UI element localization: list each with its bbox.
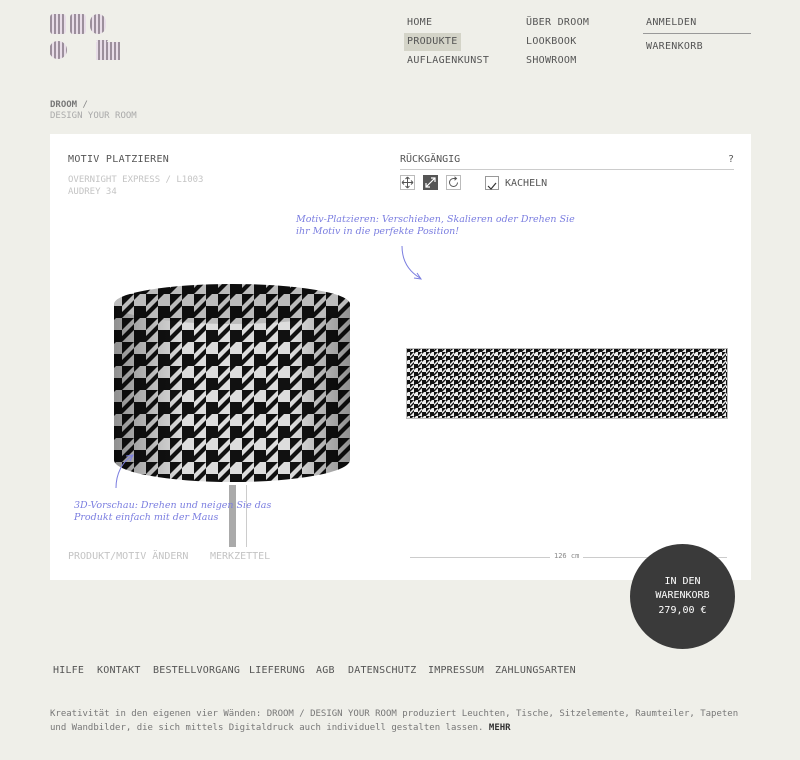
rotate-icon [449, 176, 458, 187]
footer-link-privacy[interactable]: DATENSCHUTZ [348, 665, 416, 676]
help-button[interactable]: ? [728, 154, 734, 165]
wishlist-link[interactable]: MERKZETTEL [210, 551, 270, 562]
tile-label: KACHELN [505, 178, 548, 189]
footer-link-ordering[interactable]: BESTELLVORGANG [153, 665, 240, 676]
motif-variant: AUDREY 34 [68, 187, 117, 197]
footer-link-help[interactable]: HILFE [53, 665, 84, 676]
add-to-cart-line2: WARENKORB [655, 590, 710, 601]
footer-text: Kreativität in den eigenen vier Wänden: … [50, 709, 739, 733]
lamp-3d-preview[interactable] [110, 282, 355, 492]
nav-home[interactable]: HOME [407, 16, 432, 30]
undo-button[interactable]: RÜCKGÄNGIG [400, 154, 460, 165]
nav-showroom[interactable]: SHOWROOM [526, 54, 577, 68]
footer-link-contact[interactable]: KONTAKT [97, 665, 141, 676]
add-to-cart-line1: IN DEN [664, 576, 701, 587]
nav-products[interactable]: PRODUKTE [404, 33, 461, 51]
toolbar-divider [400, 169, 734, 170]
nav-login[interactable]: ANMELDEN [646, 16, 697, 30]
checkmark-icon [487, 182, 497, 190]
breadcrumb-separator: / [77, 100, 88, 110]
motif-name: OVERNIGHT EXPRESS / L1003 [68, 175, 204, 185]
droom-logo[interactable] [50, 14, 120, 60]
footer-more-link[interactable]: MEHR [489, 723, 511, 733]
3d-preview-hint: 3D-Vorschau: Drehen und neigen Sie das P… [74, 500, 272, 523]
scale-tool-button[interactable] [423, 175, 438, 190]
breadcrumb: DROOM / [50, 100, 88, 110]
motif-canvas[interactable] [406, 348, 728, 419]
footer-link-delivery[interactable]: LIEFERUNG [249, 665, 305, 676]
add-to-cart-button[interactable]: IN DEN WARENKORB 279,00 € [630, 544, 735, 649]
add-to-cart-price: 279,00 € [658, 605, 707, 616]
hint-3d-arrow-icon [115, 454, 134, 489]
nav-about[interactable]: ÜBER DROOM [526, 16, 589, 30]
placement-hint: Motiv-Platzieren: Verschieben, Skalieren… [296, 214, 575, 237]
account-divider [643, 33, 751, 34]
move-tool-button[interactable] [400, 175, 415, 190]
nav-cart[interactable]: WARENKORB [646, 40, 703, 54]
dimension-label: 126 cm [550, 552, 584, 560]
change-product-link[interactable]: PRODUKT/MOTIV ÄNDERN [68, 551, 188, 562]
footer-description: Kreativität in den eigenen vier Wänden: … [50, 707, 750, 735]
move-icon [401, 176, 414, 189]
scale-icon [425, 177, 436, 188]
rotate-tool-button[interactable] [446, 175, 461, 190]
footer-link-payment[interactable]: ZAHLUNGSARTEN [495, 665, 576, 676]
footer-link-terms[interactable]: AGB [316, 665, 335, 676]
tile-checkbox[interactable] [485, 176, 499, 190]
nav-cover-art[interactable]: AUFLAGENKUNST [407, 54, 489, 68]
breadcrumb-root[interactable]: DROOM [50, 100, 77, 110]
breadcrumb-sub: DESIGN YOUR ROOM [50, 111, 137, 121]
hint-arrow-icon [401, 245, 423, 280]
nav-lookbook[interactable]: LOOKBOOK [526, 35, 577, 49]
footer-link-imprint[interactable]: IMPRESSUM [428, 665, 484, 676]
editor-title: MOTIV PLATZIEREN [68, 154, 170, 165]
